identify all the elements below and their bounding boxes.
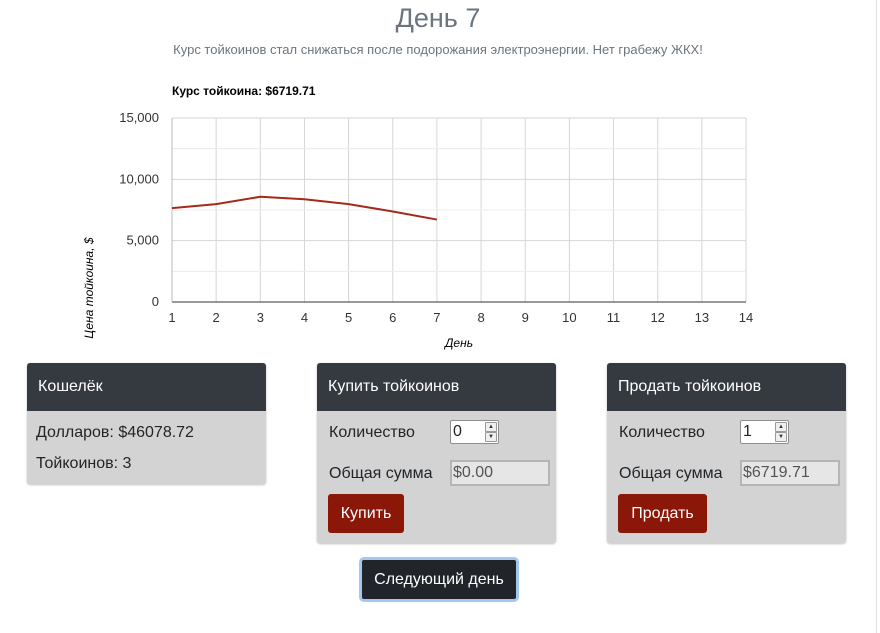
wallet-card-title: Кошелёк bbox=[27, 363, 266, 411]
y-tick-label: 5,000 bbox=[126, 233, 159, 248]
y-tick-label: 0 bbox=[152, 294, 159, 309]
sell-card: Продать тойкоинов Количество 1 ▲ ▼ Общая… bbox=[607, 363, 846, 543]
sell-quantity-input[interactable]: 1 ▲ ▼ bbox=[740, 420, 789, 444]
buy-quantity-value: 0 bbox=[453, 423, 462, 440]
x-tick-label: 14 bbox=[739, 310, 753, 325]
sell-quantity-label: Количество bbox=[619, 424, 705, 441]
wallet-coins: Тойкоинов: 3 bbox=[36, 455, 132, 472]
sell-total-field: $6719.71 bbox=[740, 460, 840, 486]
sell-card-title: Продать тойкоинов bbox=[607, 363, 846, 411]
chart-grid bbox=[171, 117, 747, 302]
chart-xlabel: День bbox=[443, 336, 473, 350]
page-title: День 7 bbox=[395, 3, 481, 33]
sell-button[interactable]: Продать bbox=[618, 494, 707, 533]
buy-card: Купить тойкоинов Количество 0 ▲ ▼ Общая … bbox=[317, 363, 556, 543]
stepper-up-icon[interactable]: ▲ bbox=[775, 422, 787, 432]
x-tick-label: 13 bbox=[695, 310, 709, 325]
x-tick-label: 7 bbox=[433, 310, 440, 325]
sell-quantity-stepper[interactable]: ▲ ▼ bbox=[775, 422, 787, 442]
y-tick-label: 15,000 bbox=[119, 110, 159, 125]
stepper-down-icon[interactable]: ▼ bbox=[485, 432, 497, 442]
x-tick-label: 2 bbox=[213, 310, 220, 325]
buy-button[interactable]: Купить bbox=[328, 494, 404, 533]
page-edge-divider bbox=[876, 0, 877, 633]
x-tick-label: 4 bbox=[301, 310, 308, 325]
x-tick-label: 9 bbox=[522, 310, 529, 325]
buy-quantity-label: Количество bbox=[329, 424, 415, 441]
buy-quantity-input[interactable]: 0 ▲ ▼ bbox=[450, 420, 499, 444]
buy-total-field: $0.00 bbox=[450, 460, 550, 486]
next-day-button[interactable]: Следующий день bbox=[359, 557, 519, 602]
wallet-card: Кошелёк Долларов: $46078.72 Тойкоинов: 3 bbox=[27, 363, 266, 484]
x-tick-label: 5 bbox=[345, 310, 352, 325]
chart-ylabel: Цена тойкоина, $ bbox=[82, 237, 96, 338]
chart-title: Курс тойкоина: $6719.71 bbox=[172, 84, 316, 98]
stepper-up-icon[interactable]: ▲ bbox=[485, 422, 497, 432]
wallet-dollars: Долларов: $46078.72 bbox=[36, 424, 194, 441]
x-tick-label: 8 bbox=[477, 310, 484, 325]
x-tick-label: 12 bbox=[650, 310, 664, 325]
page-subtitle: Курс тойкоинов стал снижаться после подо… bbox=[173, 42, 703, 57]
sell-quantity-value: 1 bbox=[743, 423, 752, 440]
y-tick-label: 10,000 bbox=[119, 171, 159, 186]
x-tick-label: 10 bbox=[562, 310, 576, 325]
buy-total-label: Общая сумма bbox=[329, 465, 433, 482]
x-tick-label: 1 bbox=[168, 310, 175, 325]
x-tick-label: 6 bbox=[389, 310, 396, 325]
x-tick-label: 11 bbox=[607, 310, 621, 325]
stepper-down-icon[interactable]: ▼ bbox=[775, 432, 787, 442]
price-chart: Курс тойкоина: $6719.71 0 5,000 10,000 15,0… bbox=[82, 84, 753, 350]
buy-quantity-stepper[interactable]: ▲ ▼ bbox=[485, 422, 497, 442]
x-tick-label: 3 bbox=[257, 310, 264, 325]
buy-card-title: Купить тойкоинов bbox=[317, 363, 556, 411]
sell-total-label: Общая сумма bbox=[619, 465, 723, 482]
